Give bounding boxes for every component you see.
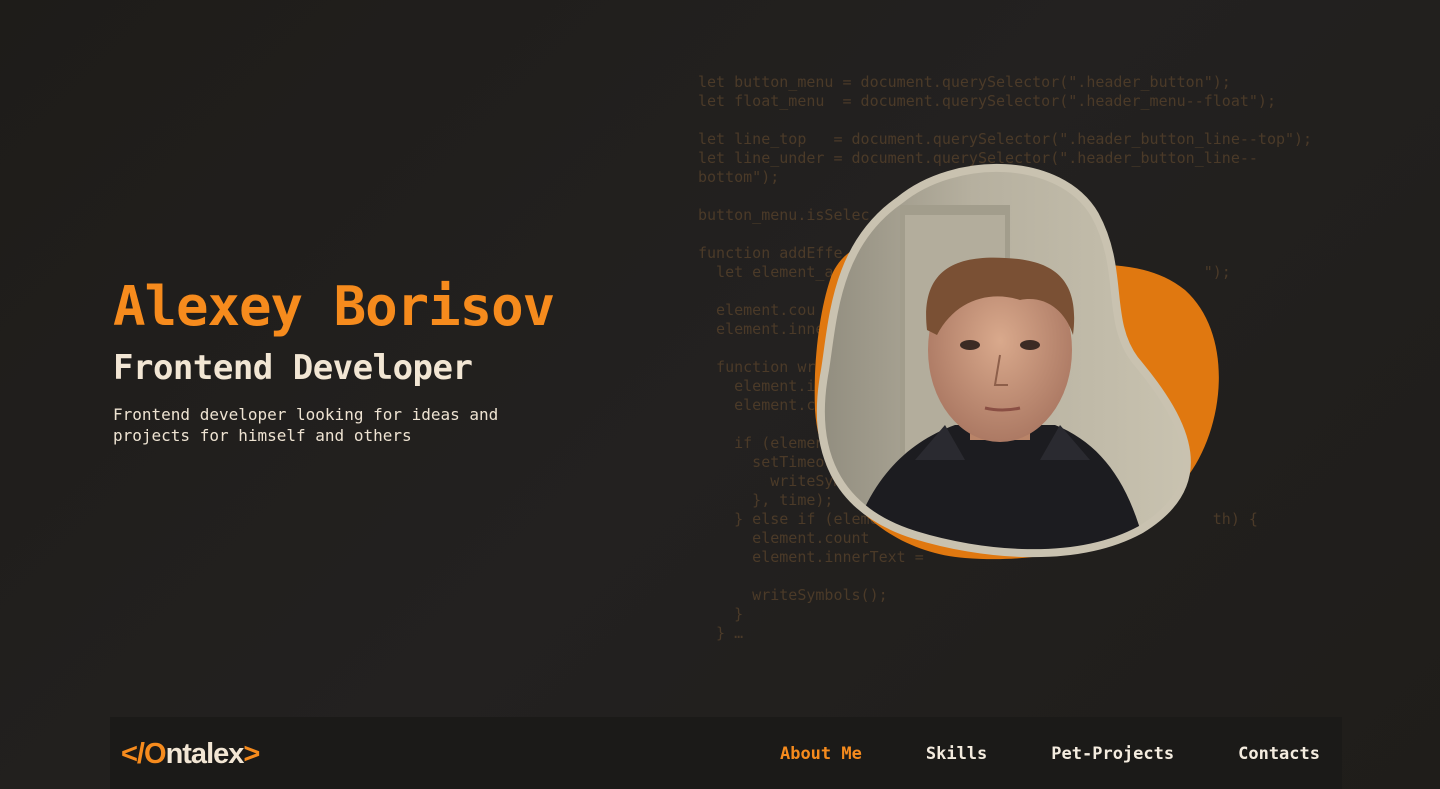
intro-description: Frontend developer looking for ideas and… xyxy=(113,405,499,445)
site-logo[interactable]: </Ontalex> xyxy=(121,737,260,771)
nav-contacts[interactable]: Contacts xyxy=(1238,743,1320,765)
code-line: let button_menu = document.querySelector… xyxy=(698,73,1231,91)
nav-skills[interactable]: Skills xyxy=(926,743,987,765)
logo-text: ntalex xyxy=(165,738,245,770)
code-line: } xyxy=(698,605,744,623)
avatar-image xyxy=(814,164,1219,560)
hero-section: let button_menu = document.querySelector… xyxy=(0,0,1440,717)
nav-pet-projects[interactable]: Pet-Projects xyxy=(1051,743,1174,765)
logo-o: O xyxy=(144,738,167,770)
intro-block: Alexey Borisov Frontend Developer Fronte… xyxy=(113,276,633,446)
logo-open-bracket: </ xyxy=(121,738,145,770)
code-line: writeSymbols(); xyxy=(698,586,888,604)
role-subtitle: Frontend Developer xyxy=(113,348,473,388)
footer-bar: </Ontalex> About Me Skills Pet-Projects … xyxy=(110,717,1342,789)
main-nav: About Me Skills Pet-Projects Contacts xyxy=(780,743,1320,765)
code-line: let float_menu = document.querySelector(… xyxy=(698,92,1276,110)
logo-close-bracket: > xyxy=(243,738,260,770)
code-line: } … xyxy=(698,624,744,642)
name-heading: Alexey Borisov xyxy=(113,275,555,338)
avatar xyxy=(805,160,1225,570)
code-line: let line_top = document.querySelector(".… xyxy=(698,130,1313,148)
nav-about-me[interactable]: About Me xyxy=(780,743,862,765)
